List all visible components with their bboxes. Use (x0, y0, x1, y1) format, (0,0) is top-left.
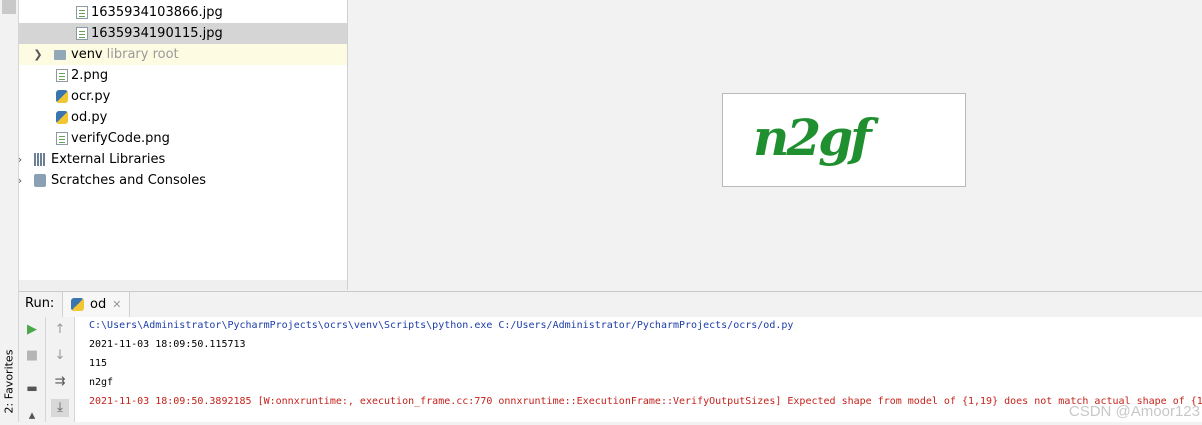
run-toolbar-secondary: ↑ ↓ ⇉ ⤓ (46, 317, 75, 422)
run-panel-header: Run: od ✕ (19, 291, 1202, 318)
arrow-up-icon[interactable]: ↑ (51, 321, 69, 339)
layout-icon[interactable]: ▬ (23, 379, 41, 397)
console-line: C:\Users\Administrator\PycharmProjects\o… (89, 320, 794, 331)
python-file-icon (56, 90, 68, 103)
tree-item-label: External Libraries (51, 152, 166, 167)
close-icon[interactable]: ✕ (112, 298, 121, 311)
console-line: n2gf (89, 377, 114, 388)
tree-item-verifycode[interactable]: verifyCode.png (19, 128, 347, 149)
watermark: CSDN @Amoor123 (1068, 403, 1200, 420)
left-tool-strip: 2: Favorites (0, 0, 19, 422)
tree-item-external-libraries[interactable]: › External Libraries (19, 149, 347, 170)
libraries-icon (34, 153, 46, 166)
tree-item-od-py[interactable]: od.py (19, 107, 347, 128)
python-file-icon (71, 298, 84, 311)
image-file-icon (56, 132, 68, 145)
tree-item-2-png[interactable]: 2.png (19, 65, 347, 86)
library-root-hint: library root (106, 47, 179, 62)
tree-item-venv[interactable]: ❯ venv library root (19, 44, 347, 65)
run-tab-od[interactable]: od ✕ (62, 292, 131, 317)
run-label: Run: (25, 296, 55, 311)
chevron-right-icon[interactable]: ❯ (33, 44, 43, 65)
tree-item-label: verifyCode.png (71, 131, 170, 146)
rerun-icon[interactable]: ▶ (23, 321, 41, 339)
tree-item-label: ocr.py (71, 89, 111, 104)
arrow-down-icon[interactable]: ↓ (51, 347, 69, 365)
soft-wrap-icon[interactable]: ⇉ (51, 373, 69, 391)
project-tool-tab[interactable] (2, 0, 16, 14)
favorites-tool-tab[interactable]: 2: Favorites (3, 343, 16, 421)
tree-item-label: Scratches and Consoles (51, 173, 207, 188)
chevron-right-icon[interactable]: › (19, 170, 25, 191)
image-file-icon (76, 6, 88, 19)
tree-item-image-1[interactable]: 1635934103866.jpg (19, 2, 347, 23)
tree-item-label: 2.png (71, 68, 109, 83)
run-console-output[interactable]: C:\Users\Administrator\PycharmProjects\o… (75, 317, 1202, 422)
scratches-icon (34, 174, 46, 187)
tree-item-label: 1635934103866.jpg (91, 5, 223, 20)
chevron-right-icon[interactable]: › (19, 149, 25, 170)
horizontal-scrollbar[interactable] (19, 280, 347, 290)
tree-item-label: 1635934190115.jpg (91, 26, 223, 41)
captcha-image-preview: n2gf (722, 93, 966, 187)
tree-item-scratches[interactable]: › Scratches and Consoles (19, 170, 347, 191)
project-tree-panel: 1635934103866.jpg 1635934190115.jpg ❯ ve… (19, 0, 348, 290)
scroll-to-end-icon[interactable]: ⤓ (51, 399, 69, 417)
console-line: 2021-11-03 18:09:50.3892185 [W:onnxrunti… (89, 396, 1202, 407)
console-line: 2021-11-03 18:09:50.115713 (89, 339, 246, 350)
tree-item-label: venv (71, 47, 103, 62)
pin-icon[interactable]: ▴ (23, 407, 41, 425)
tree-item-ocr-py[interactable]: ocr.py (19, 86, 347, 107)
captcha-image-text: n2gf (753, 108, 872, 167)
tree-item-label: od.py (71, 110, 108, 125)
folder-icon (54, 50, 66, 60)
tree-item-image-2[interactable]: 1635934190115.jpg (19, 23, 347, 44)
stop-icon[interactable]: ■ (23, 347, 41, 365)
run-tab-label: od (90, 297, 107, 312)
python-file-icon (56, 111, 68, 124)
console-line: 115 (89, 358, 108, 369)
run-toolbar-primary: ▶ ■ ▬ ▴ (19, 317, 46, 425)
image-file-icon (76, 27, 88, 40)
image-file-icon (56, 69, 68, 82)
image-editor-area: n2gf (348, 0, 1202, 290)
